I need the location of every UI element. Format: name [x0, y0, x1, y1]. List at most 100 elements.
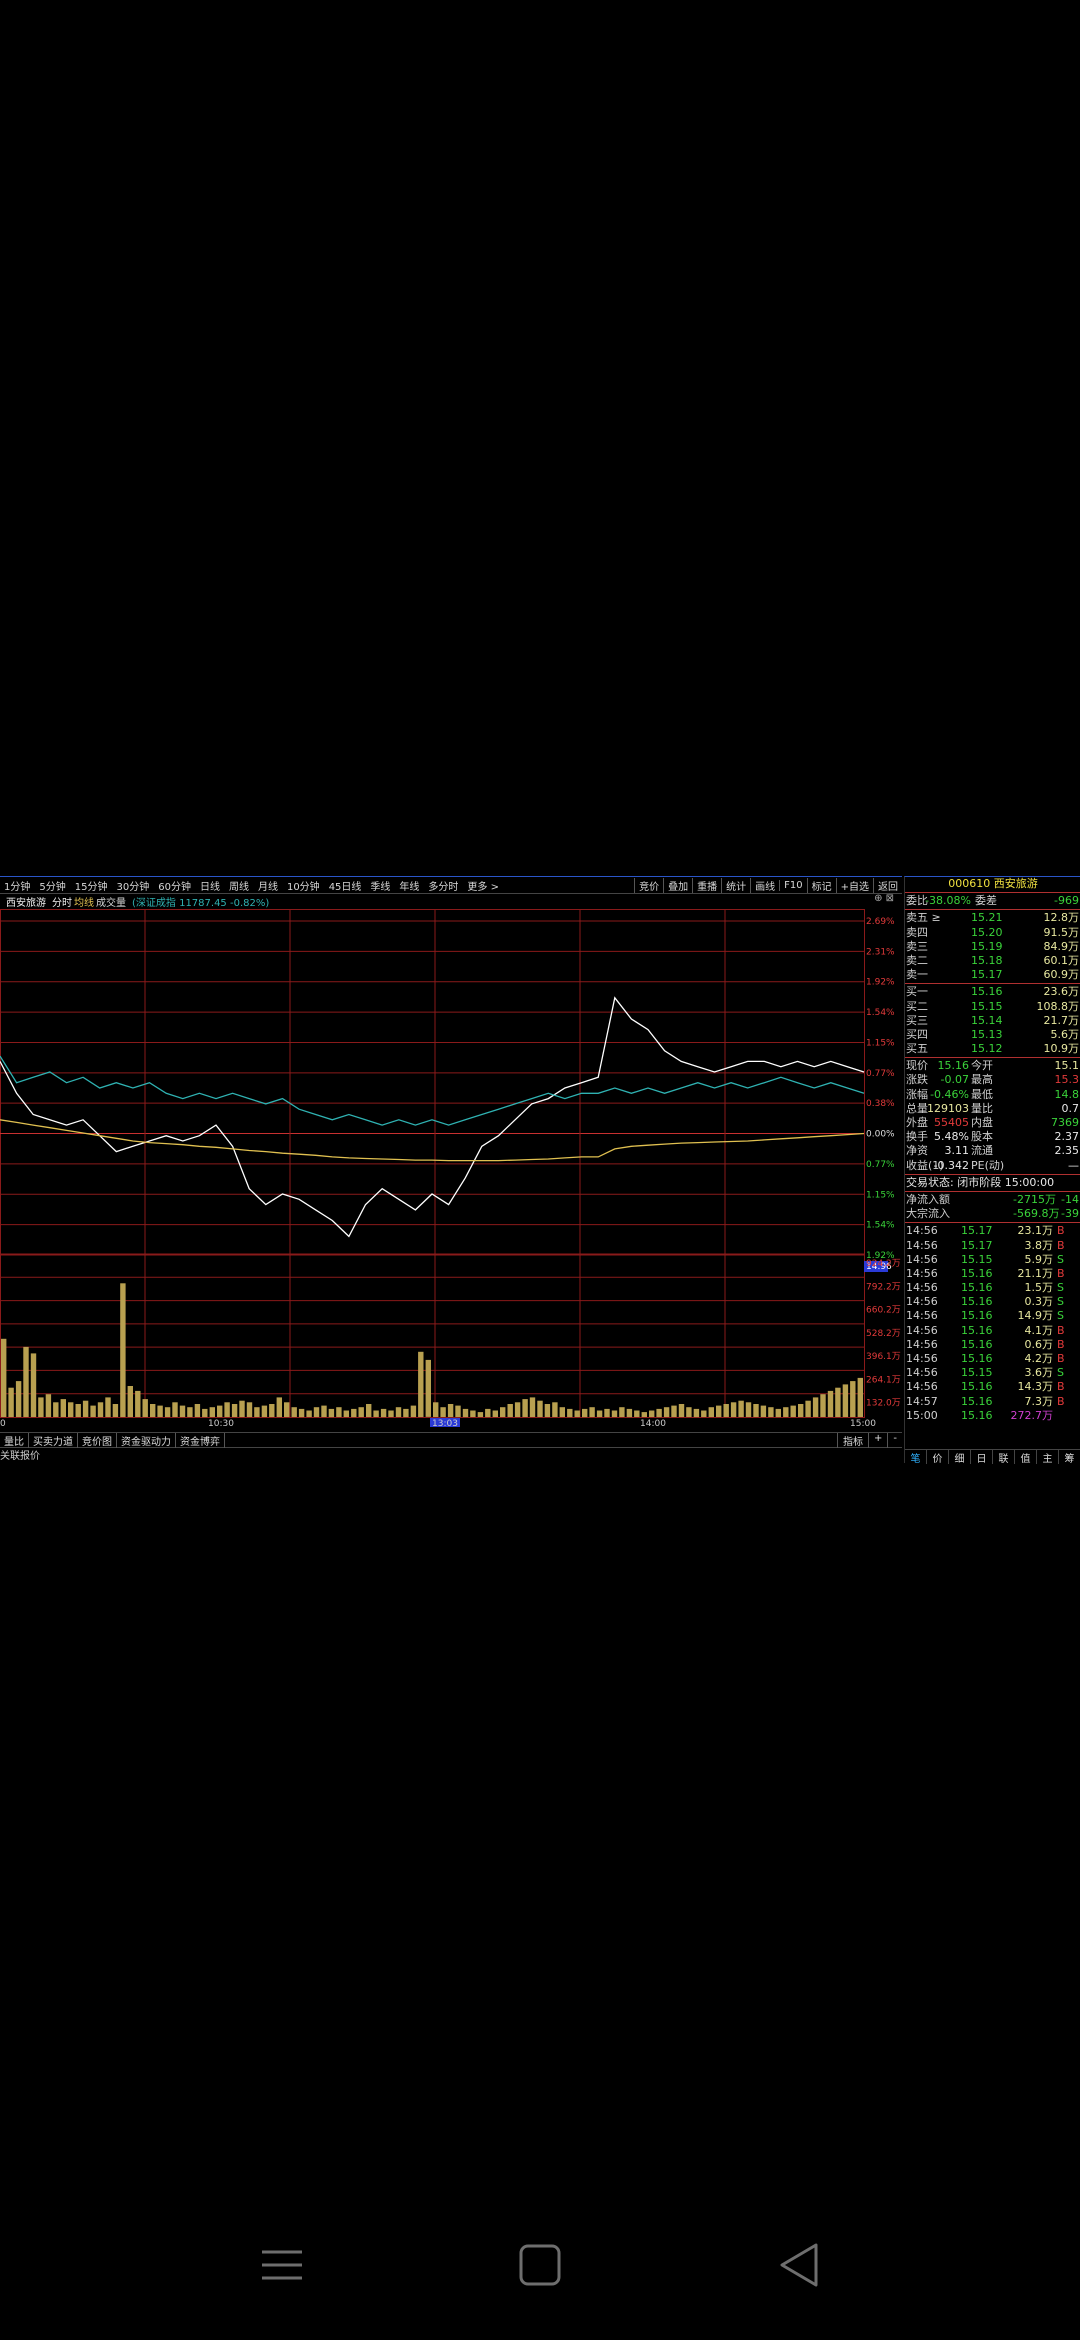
period-1[interactable]: 5分钟 — [35, 882, 70, 893]
tool-6[interactable]: 标记 — [806, 877, 836, 893]
chart-control-icons[interactable]: ⊕ ⊠ — [874, 893, 894, 904]
tool-5[interactable]: F10 — [779, 879, 806, 891]
period-6[interactable]: 周线 — [225, 882, 254, 893]
avg-price-line — [0, 1119, 865, 1162]
indicator-control-0[interactable]: 指标 — [837, 1433, 868, 1448]
period-7[interactable]: 月线 — [254, 882, 283, 893]
panel-tab-2[interactable]: 细 — [949, 1450, 971, 1465]
tool-4[interactable]: 画线 — [750, 877, 779, 893]
panel-tab-3[interactable]: 日 — [971, 1450, 993, 1465]
buy-label: 买五 — [906, 1042, 928, 1056]
tick-volume: 4.2万 — [1024, 1352, 1054, 1365]
tick-time: 14:56 — [906, 1266, 938, 1280]
volume-bar — [708, 1407, 714, 1417]
volume-bar — [328, 1408, 335, 1418]
volume-axis-label: 660.2万 — [866, 1306, 901, 1316]
period-10[interactable]: 季线 — [366, 882, 395, 893]
period-5[interactable]: 日线 — [196, 882, 225, 893]
panel-tab-5[interactable]: 值 — [1015, 1450, 1037, 1465]
panel-tab-1[interactable]: 价 — [927, 1450, 949, 1465]
volume-bar — [760, 1405, 767, 1417]
volume-bar — [366, 1404, 372, 1417]
tool-3[interactable]: 统计 — [721, 877, 750, 893]
volume-bar — [753, 1404, 759, 1417]
volume-bar — [1, 1338, 7, 1417]
volume-bar — [656, 1408, 662, 1418]
period-0[interactable]: 1分钟 — [0, 882, 35, 893]
period-11[interactable]: 年线 — [395, 882, 424, 893]
period-9[interactable]: 45日线 — [325, 882, 367, 893]
panel-tab-7[interactable]: 筹 — [1059, 1450, 1080, 1465]
sell-label: 卖二 — [906, 953, 928, 967]
period-8[interactable]: 10分钟 — [283, 882, 325, 893]
flow-value: -2715万 — [1013, 1192, 1056, 1206]
indicator-control-2[interactable]: - — [887, 1433, 902, 1448]
stat-label: 现价 — [906, 1059, 928, 1073]
indicator-tab-0[interactable]: 量比 — [0, 1432, 29, 1448]
stat-label: 换手 — [906, 1130, 928, 1144]
mode-timeshare[interactable]: 分时 — [52, 894, 72, 909]
volume-bar — [537, 1400, 543, 1417]
indicator-tab-2[interactable]: 竞价图 — [78, 1432, 117, 1448]
volume-bar — [514, 1402, 521, 1417]
panel-tab-6[interactable]: 主 — [1037, 1450, 1059, 1465]
sell-row: 卖五 ≥ 15.21 12.8万 — [905, 911, 1080, 925]
buy-label: 买三 — [906, 1013, 928, 1027]
back-icon[interactable] — [768, 2240, 828, 2290]
chart-header: 西安旅游 分时 均线 成交量 (深证成指 11787.45 -0.82%) ⊕ … — [0, 893, 902, 909]
period-3[interactable]: 30分钟 — [112, 882, 154, 893]
indicator-control-1[interactable]: + — [868, 1433, 887, 1448]
tick-price: 15.16 — [961, 1266, 993, 1280]
stat-value-2: 7369 — [1051, 1116, 1079, 1129]
panel-tab-0[interactable]: 笔 — [905, 1450, 927, 1465]
period-12[interactable]: 多分时 — [424, 882, 463, 893]
volume-bar — [269, 1404, 275, 1417]
tool-8[interactable]: 返回 — [873, 877, 902, 893]
volume-bar — [142, 1399, 148, 1417]
home-icon[interactable] — [510, 2240, 570, 2290]
volume-axis-label: 132.0万 — [866, 1399, 901, 1409]
tool-0[interactable]: 竞价 — [634, 877, 663, 893]
volume-bar — [529, 1397, 536, 1417]
volume-bar — [857, 1377, 863, 1417]
volume-bar — [410, 1405, 417, 1417]
intraday-chart[interactable]: 2.69% 2.31% 1.92% 1.54% 1.15% 0.77% 0.38% 0.00%… — [0, 909, 902, 1427]
period-13[interactable]: 更多 > — [463, 882, 504, 893]
tick-price: 15.17 — [961, 1224, 993, 1238]
stat-label-2: 最高 — [971, 1073, 993, 1087]
stock-name-label: 西安旅游 — [6, 897, 46, 909]
mode-avg[interactable]: 均线 — [74, 894, 94, 909]
sell-price: 15.18 — [971, 953, 1003, 967]
mode-volume[interactable]: 成交量 — [96, 894, 126, 909]
volume-bar — [433, 1402, 439, 1417]
tick-time: 14:56 — [906, 1295, 938, 1309]
volume-bar — [798, 1404, 804, 1417]
volume-bar — [686, 1407, 692, 1417]
tick-volume: 0.6万 — [1024, 1337, 1054, 1351]
stat-value: 3.11 — [944, 1144, 970, 1158]
indicator-tab-4[interactable]: 资金博弈 — [176, 1432, 225, 1448]
volume-bar — [418, 1351, 424, 1417]
panel-tab-4[interactable]: 联 — [993, 1450, 1015, 1465]
tick-direction: B — [1057, 1380, 1065, 1394]
buy-label: 买二 — [906, 999, 928, 1013]
tool-7[interactable]: +自选 — [835, 877, 873, 893]
period-2[interactable]: 15分钟 — [71, 882, 113, 893]
tick-direction: S — [1057, 1309, 1064, 1323]
tool-2[interactable]: 重播 — [692, 877, 721, 893]
tick-direction: B — [1057, 1394, 1065, 1408]
volume-bar — [582, 1408, 588, 1418]
menu-icon[interactable] — [252, 2240, 312, 2290]
tool-list: 竞价 叠加 重播 统计 画线 F10 标记 +自选 返回 — [634, 877, 902, 893]
volume-bar — [790, 1405, 796, 1417]
stat-label-2: PE(动) — [971, 1158, 1005, 1172]
tick-time: 14:56 — [906, 1366, 938, 1380]
indicator-tab-1[interactable]: 买卖力道 — [29, 1432, 78, 1448]
tick-direction: S — [1057, 1281, 1064, 1295]
stat-value: -0.46% — [930, 1087, 969, 1101]
indicator-tab-3[interactable]: 资金驱动力 — [117, 1432, 176, 1448]
period-4[interactable]: 60分钟 — [154, 882, 196, 893]
tick-row: 14:56 15.17 3.8万 B — [905, 1239, 1080, 1253]
tool-1[interactable]: 叠加 — [663, 877, 692, 893]
webi-value: -38.08% — [925, 894, 971, 908]
